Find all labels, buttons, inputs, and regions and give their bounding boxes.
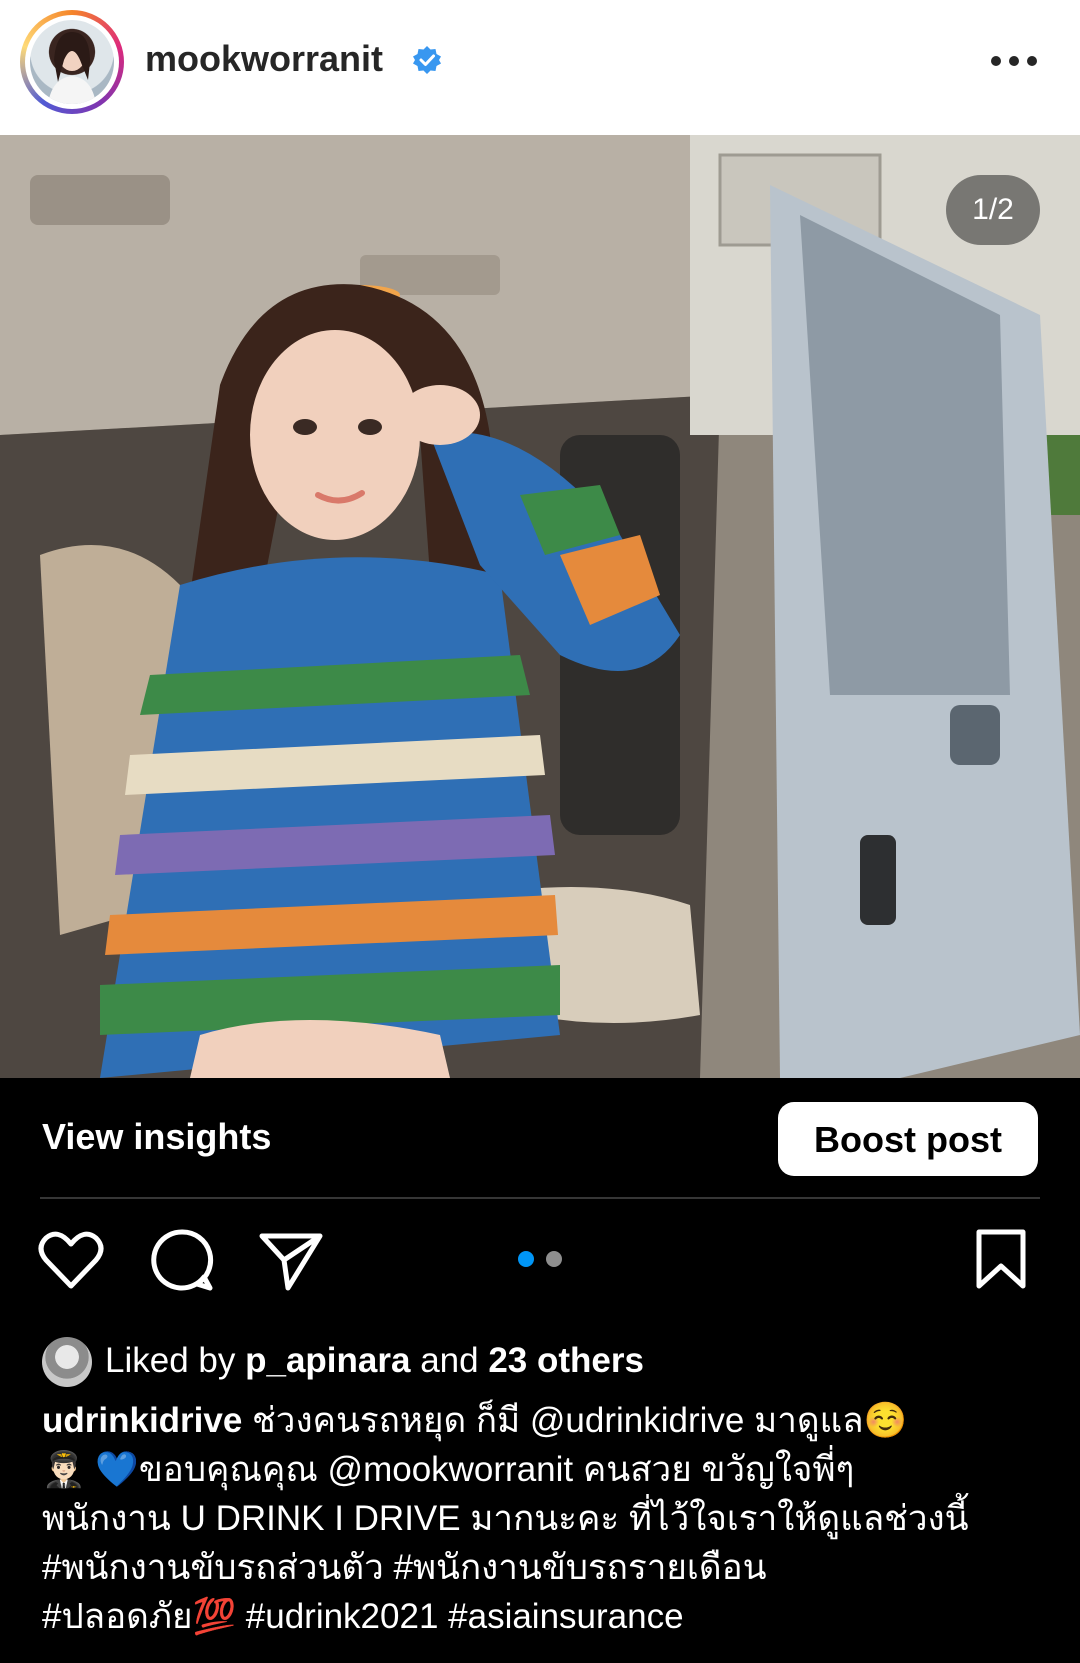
carousel-dot-active (518, 1251, 534, 1267)
carousel-dot (546, 1251, 562, 1267)
liked-by-prefix: Liked by (105, 1341, 236, 1380)
more-horizontal-icon[interactable] (990, 52, 1038, 70)
carousel-counter: 1/2 (946, 175, 1040, 245)
divider (40, 1197, 1040, 1199)
share-icon[interactable] (258, 1230, 324, 1292)
caption-line: udrinkidrive ช่วงคนรถหยุด ก็มี @udrinkid… (42, 1396, 1042, 1445)
post-caption: udrinkidrive ช่วงคนรถหยุด ก็มี @udrinkid… (42, 1396, 1042, 1641)
post-image[interactable]: 1/2 (0, 135, 1080, 1078)
liker-username[interactable]: p_apinara (245, 1341, 410, 1380)
liked-by-others[interactable]: 23 others (488, 1341, 644, 1380)
action-bar (0, 1220, 1080, 1310)
comment-icon[interactable] (150, 1228, 214, 1292)
view-insights-link[interactable]: View insights (42, 1116, 271, 1158)
boost-post-button[interactable]: Boost post (778, 1102, 1038, 1176)
caption-hashtags[interactable]: #พนักงานขับรถส่วนตัว #พนักงานขับรถรายเดื… (42, 1543, 1042, 1592)
bookmark-icon[interactable] (975, 1228, 1027, 1290)
profile-avatar[interactable] (20, 10, 124, 114)
post-username[interactable]: mookworranit (145, 38, 383, 80)
liker-avatar[interactable] (42, 1337, 92, 1387)
caption-author[interactable]: udrinkidrive (42, 1401, 242, 1440)
caption-line: พนักงาน U DRINK I DRIVE มากนะคะ ที่ไว้ใจ… (42, 1499, 969, 1538)
caption-hashtags[interactable]: #ปลอดภัย💯 #udrink2021 #asiainsurance (42, 1592, 1042, 1641)
caption-text: ช่วงคนรถหยุด ก็มี @udrinkidrive มาดูแล☺️ (242, 1401, 908, 1440)
heart-icon[interactable] (38, 1230, 104, 1290)
insights-bar: View insights Boost post (0, 1078, 1080, 1198)
post-photo-illustration (0, 135, 1080, 1078)
post-header: mookworranit (0, 0, 1080, 135)
verified-badge-icon (413, 46, 441, 74)
liked-by-conjunction: and (420, 1341, 479, 1380)
avatar-image (30, 20, 114, 104)
caption-line: 👨🏻‍✈️ 💙ขอบคุณคุณ @mookworranit คนสวย ขวั… (42, 1450, 855, 1489)
